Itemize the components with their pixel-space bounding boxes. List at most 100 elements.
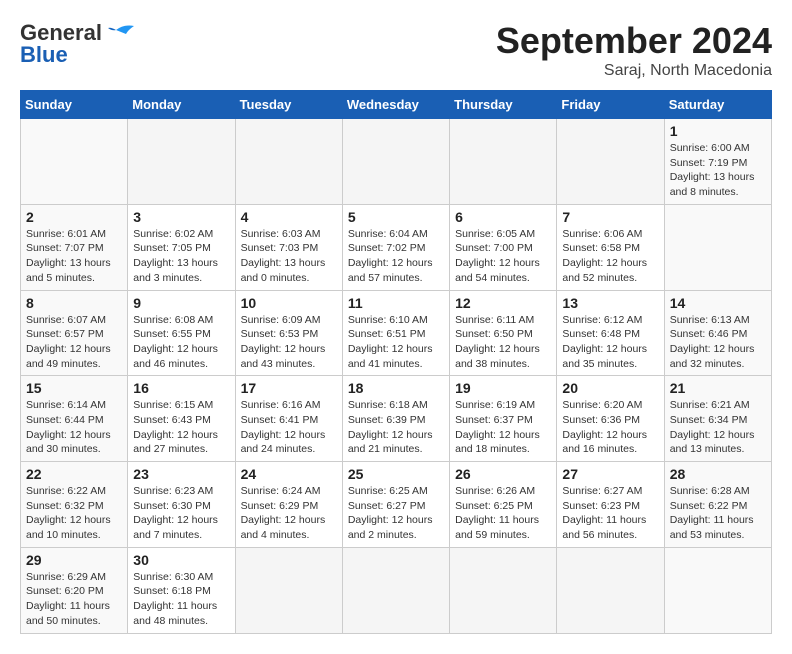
calendar-day-28: 28 Sunrise: 6:28 AMSunset: 6:22 PMDayligh… (664, 462, 771, 548)
calendar-day-14: 14Sunrise: 6:13 AMSunset: 6:46 PMDayligh… (664, 290, 771, 376)
calendar-day-20: 20Sunrise: 6:20 AMSunset: 6:36 PMDayligh… (557, 376, 664, 462)
page-header: General Blue September 2024 Saraj, North… (20, 20, 772, 80)
calendar-day-23: 23 Sunrise: 6:23 AMSunset: 6:30 PMDayligh… (128, 462, 235, 548)
title-section: September 2024 Saraj, North Macedonia (496, 20, 772, 80)
day-number: 24 (241, 466, 337, 482)
day-info: Sunrise: 6:02 AMSunset: 7:05 PMDaylight:… (133, 228, 218, 284)
day-number: 4 (241, 209, 337, 225)
day-info: Sunrise: 6:26 AMSunset: 6:25 PMDaylight:… (455, 485, 539, 541)
calendar-day-4: 4Sunrise: 6:03 AMSunset: 7:03 PMDaylight… (235, 204, 342, 290)
calendar-day-29: 29 Sunrise: 6:29 AMSunset: 6:20 PMDayligh… (21, 547, 128, 633)
day-number: 27 (562, 466, 658, 482)
empty-cell (21, 119, 128, 205)
calendar-week-3: 8Sunrise: 6:07 AMSunset: 6:57 PMDaylight… (21, 290, 772, 376)
empty-cell (128, 119, 235, 205)
logo-bird-icon (106, 22, 136, 44)
day-number: 19 (455, 380, 551, 396)
col-header-monday: Monday (128, 91, 235, 119)
day-number: 25 (348, 466, 444, 482)
day-number: 10 (241, 295, 337, 311)
calendar-day-2: 2 Sunrise: 6:01 AMSunset: 7:07 PMDaylight… (21, 204, 128, 290)
calendar-week-6: 29 Sunrise: 6:29 AMSunset: 6:20 PMDayligh… (21, 547, 772, 633)
location: Saraj, North Macedonia (496, 62, 772, 80)
calendar-week-1: 1 Sunrise: 6:00 AMSunset: 7:19 PMDaylight… (21, 119, 772, 205)
day-number: 2 (26, 209, 122, 225)
calendar-day-1: 1 Sunrise: 6:00 AMSunset: 7:19 PMDaylight… (664, 119, 771, 205)
calendar-day-7: 7Sunrise: 6:06 AMSunset: 6:58 PMDaylight… (557, 204, 664, 290)
col-header-tuesday: Tuesday (235, 91, 342, 119)
day-number: 11 (348, 295, 444, 311)
day-number: 29 (26, 552, 122, 568)
day-number: 28 (670, 466, 766, 482)
day-info: Sunrise: 6:28 AMSunset: 6:22 PMDaylight:… (670, 485, 754, 541)
logo: General Blue (20, 20, 136, 68)
day-info: Sunrise: 6:16 AMSunset: 6:41 PMDaylight:… (241, 399, 326, 455)
empty-cell (557, 119, 664, 205)
day-number: 12 (455, 295, 551, 311)
day-info: Sunrise: 6:20 AMSunset: 6:36 PMDaylight:… (562, 399, 647, 455)
empty-cell (450, 547, 557, 633)
day-info: Sunrise: 6:11 AMSunset: 6:50 PMDaylight:… (455, 314, 540, 370)
calendar-day-21: 21Sunrise: 6:21 AMSunset: 6:34 PMDayligh… (664, 376, 771, 462)
day-info: Sunrise: 6:22 AMSunset: 6:32 PMDaylight:… (26, 485, 111, 541)
calendar-week-4: 15Sunrise: 6:14 AMSunset: 6:44 PMDayligh… (21, 376, 772, 462)
calendar-day-5: 5 Sunrise: 6:04 AMSunset: 7:02 PMDaylight… (342, 204, 449, 290)
col-header-sunday: Sunday (21, 91, 128, 119)
calendar-day-3: 3 Sunrise: 6:02 AMSunset: 7:05 PMDaylight… (128, 204, 235, 290)
calendar-day-9: 9 Sunrise: 6:08 AMSunset: 6:55 PMDaylight… (128, 290, 235, 376)
day-info: Sunrise: 6:08 AMSunset: 6:55 PMDaylight:… (133, 314, 218, 370)
day-number: 17 (241, 380, 337, 396)
day-number: 8 (26, 295, 122, 311)
day-number: 30 (133, 552, 229, 568)
day-info: Sunrise: 6:21 AMSunset: 6:34 PMDaylight:… (670, 399, 755, 455)
empty-cell (342, 547, 449, 633)
day-info: Sunrise: 6:18 AMSunset: 6:39 PMDaylight:… (348, 399, 433, 455)
calendar-day-16: 16Sunrise: 6:15 AMSunset: 6:43 PMDayligh… (128, 376, 235, 462)
day-info: Sunrise: 6:25 AMSunset: 6:27 PMDaylight:… (348, 485, 433, 541)
calendar-header-row: SundayMondayTuesdayWednesdayThursdayFrid… (21, 91, 772, 119)
logo-blue-text: Blue (20, 42, 68, 68)
day-number: 23 (133, 466, 229, 482)
calendar-day-11: 11Sunrise: 6:10 AMSunset: 6:51 PMDayligh… (342, 290, 449, 376)
calendar-day-13: 13Sunrise: 6:12 AMSunset: 6:48 PMDayligh… (557, 290, 664, 376)
calendar-table: SundayMondayTuesdayWednesdayThursdayFrid… (20, 90, 772, 634)
day-info: Sunrise: 6:19 AMSunset: 6:37 PMDaylight:… (455, 399, 540, 455)
col-header-wednesday: Wednesday (342, 91, 449, 119)
day-number: 18 (348, 380, 444, 396)
day-info: Sunrise: 6:27 AMSunset: 6:23 PMDaylight:… (562, 485, 646, 541)
day-number: 1 (670, 123, 766, 139)
day-number: 3 (133, 209, 229, 225)
day-number: 7 (562, 209, 658, 225)
col-header-saturday: Saturday (664, 91, 771, 119)
day-info: Sunrise: 6:29 AMSunset: 6:20 PMDaylight:… (26, 571, 110, 627)
day-number: 14 (670, 295, 766, 311)
day-number: 5 (348, 209, 444, 225)
calendar-day-10: 10 Sunrise: 6:09 AMSunset: 6:53 PMDayligh… (235, 290, 342, 376)
day-info: Sunrise: 6:04 AMSunset: 7:02 PMDaylight:… (348, 228, 433, 284)
day-number: 16 (133, 380, 229, 396)
empty-cell (664, 204, 771, 290)
day-number: 6 (455, 209, 551, 225)
day-number: 9 (133, 295, 229, 311)
calendar-day-15: 15Sunrise: 6:14 AMSunset: 6:44 PMDayligh… (21, 376, 128, 462)
empty-cell (235, 547, 342, 633)
day-info: Sunrise: 6:09 AMSunset: 6:53 PMDaylight:… (241, 314, 326, 370)
empty-cell (450, 119, 557, 205)
day-number: 26 (455, 466, 551, 482)
day-info: Sunrise: 6:23 AMSunset: 6:30 PMDaylight:… (133, 485, 218, 541)
calendar-day-27: 27 Sunrise: 6:27 AMSunset: 6:23 PMDayligh… (557, 462, 664, 548)
calendar-week-5: 22Sunrise: 6:22 AMSunset: 6:32 PMDayligh… (21, 462, 772, 548)
day-number: 13 (562, 295, 658, 311)
empty-cell (557, 547, 664, 633)
day-info: Sunrise: 6:24 AMSunset: 6:29 PMDaylight:… (241, 485, 326, 541)
calendar-week-2: 2 Sunrise: 6:01 AMSunset: 7:07 PMDaylight… (21, 204, 772, 290)
day-info: Sunrise: 6:14 AMSunset: 6:44 PMDaylight:… (26, 399, 111, 455)
col-header-thursday: Thursday (450, 91, 557, 119)
day-info: Sunrise: 6:00 AMSunset: 7:19 PMDaylight:… (670, 142, 755, 198)
empty-cell (235, 119, 342, 205)
calendar-day-24: 24 Sunrise: 6:24 AMSunset: 6:29 PMDayligh… (235, 462, 342, 548)
day-info: Sunrise: 6:01 AMSunset: 7:07 PMDaylight:… (26, 228, 111, 284)
calendar-day-26: 26 Sunrise: 6:26 AMSunset: 6:25 PMDayligh… (450, 462, 557, 548)
col-header-friday: Friday (557, 91, 664, 119)
month-title: September 2024 (496, 20, 772, 62)
